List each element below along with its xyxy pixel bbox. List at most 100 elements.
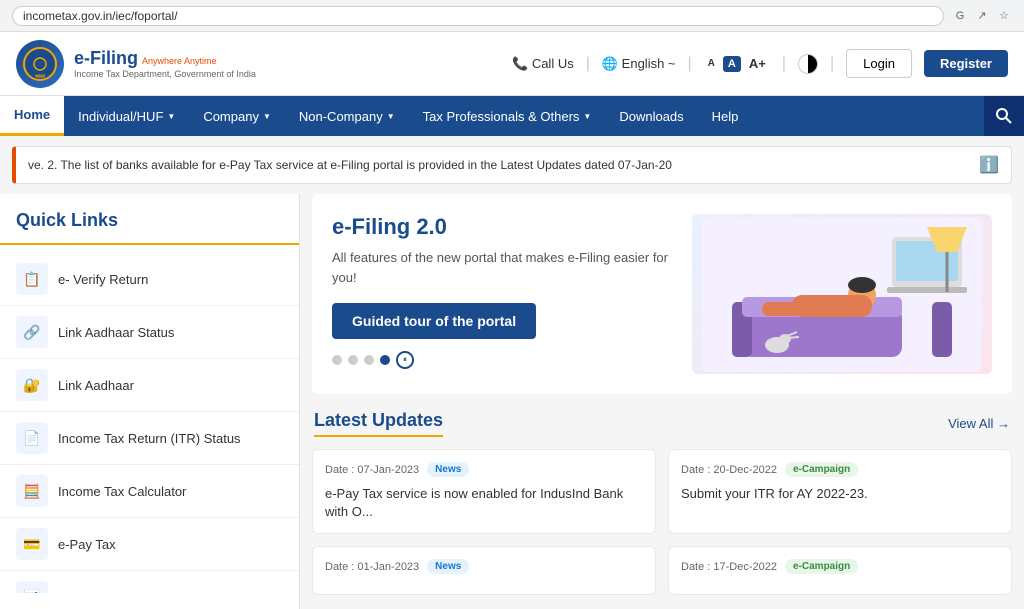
separator-3: | [782,55,786,73]
sidebar-item-itr-status[interactable]: 📄 Income Tax Return (ITR) Status [0,412,299,465]
tax-payment-status-icon: 📊 [16,581,48,593]
register-button[interactable]: Register [924,50,1008,77]
main-nav: HomeIndividual/HUF ▼Company ▼Non-Company… [0,96,1024,136]
star-icon[interactable]: ☆ [996,8,1012,24]
update-card-2-date: Date : 01-Jan-2023 [325,561,419,573]
site-title: e-Filing [74,48,138,69]
update-card-1-badge: e-Campaign [785,462,858,477]
tax-calculator-icon: 🧮 [16,475,48,507]
verify-return-label: e- Verify Return [58,272,148,287]
itr-status-icon: 📄 [16,422,48,454]
update-card-0[interactable]: Date : 07-Jan-2023 News e-Pay Tax service … [312,449,656,534]
update-card-3-badge: e-Campaign [785,559,858,574]
taxpro-chevron-icon: ▼ [583,112,591,121]
alert-icon: ℹ️ [979,155,999,175]
contrast-button[interactable] [798,54,818,74]
font-controls: A A A+ [704,54,770,73]
browser-bar: incometax.gov.in/iec/foportal/ G ↗ ☆ [0,0,1024,32]
nav-item-taxpro[interactable]: Tax Professionals & Others ▼ [409,96,606,136]
browser-url[interactable]: incometax.gov.in/iec/foportal/ [12,6,944,26]
tour-button[interactable]: Guided tour of the portal [332,303,536,339]
nav-item-individual[interactable]: Individual/HUF ▼ [64,96,189,136]
tax-payment-status-label: Know Tax Payment Status [58,590,210,594]
carousel-dot-2[interactable] [348,355,358,365]
call-us-button[interactable]: 📞 Call Us [512,56,574,72]
update-card-1-text: Submit your ITR for AY 2022-23. [681,485,999,503]
update-card-3-date: Date : 17-Dec-2022 [681,561,777,573]
sidebar-item-tax-payment-status[interactable]: 📊 Know Tax Payment Status [0,571,299,593]
nav-item-noncompany[interactable]: Non-Company ▼ [285,96,409,136]
nav-item-company[interactable]: Company ▼ [189,96,285,136]
nav-item-help[interactable]: Help [698,96,753,136]
sidebar-item-tax-calculator[interactable]: 🧮 Income Tax Calculator [0,465,299,518]
efiling-desc: All features of the new portal that make… [332,248,672,287]
share-icon[interactable]: ↗ [974,8,990,24]
itr-status-label: Income Tax Return (ITR) Status [58,431,241,446]
carousel-dot-4[interactable] [380,355,390,365]
google-icon: G [952,8,968,24]
updates-header: Latest Updates View All → [312,410,1012,437]
carousel-pause-button[interactable]: ⏸ [396,351,414,369]
epay-tax-label: e-Pay Tax [58,537,116,552]
login-button[interactable]: Login [846,49,912,78]
update-card-0-badge: News [427,462,469,477]
company-chevron-icon: ▼ [263,112,271,121]
nav-item-downloads[interactable]: Downloads [605,96,697,136]
verify-return-icon: 📋 [16,263,48,295]
separator-4: | [830,55,834,73]
update-card-2-meta: Date : 01-Jan-2023 News [325,559,643,574]
site-header: भारत e-Filing Anywhere Anytime Income Ta… [0,32,1024,96]
main-content: Quick Links 📋e- Verify Return🔗Link Aadha… [0,194,1024,609]
update-card-2-badge: News [427,559,469,574]
font-large-button[interactable]: A+ [745,54,770,73]
browser-icons: G ↗ ☆ [952,8,1012,24]
svg-text:भारत: भारत [35,74,46,80]
dept-name: Income Tax Department, Government of Ind… [74,69,256,79]
latest-updates-section: Latest Updates View All → Date : 07-Jan-… [312,410,1012,595]
content-area: e-Filing 2.0 All features of the new por… [300,194,1024,609]
efiling-title: e-Filing 2.0 [332,214,672,240]
link-aadhaar-label: Link Aadhaar [58,378,134,393]
sidebar-item-link-aadhaar-status[interactable]: 🔗Link Aadhaar Status [0,306,299,359]
nav-items: HomeIndividual/HUF ▼Company ▼Non-Company… [0,96,984,136]
font-small-button[interactable]: A [704,56,719,71]
efiling-text: e-Filing 2.0 All features of the new por… [332,214,672,374]
alert-text: ve. 2. The list of banks available for e… [28,158,971,172]
update-card-0-text: e-Pay Tax service is now enabled for Ind… [325,485,643,521]
sidebar-item-link-aadhaar[interactable]: 🔐 Link Aadhaar [0,359,299,412]
view-all-link[interactable]: View All → [948,416,1010,431]
sidebar-title: Quick Links [0,210,299,245]
update-card-2[interactable]: Date : 01-Jan-2023 News [312,546,656,595]
sidebar-links: 📋 e- Verify Return 🔗Link Aadhaar Status 🔐 Li… [0,253,299,593]
separator-2: | [688,55,692,73]
header-right: 📞 Call Us | 🌐 English ~ | A A A+ | | Log… [512,49,1008,78]
epay-tax-icon: 💳 [16,528,48,560]
language-selector[interactable]: 🌐 English ~ [602,56,676,72]
link-aadhaar-status-icon: 🔗 [16,316,48,348]
tax-calculator-label: Income Tax Calculator [58,484,186,499]
carousel-dot-1[interactable] [332,355,342,365]
sidebar-item-verify-return[interactable]: 📋 e- Verify Return [0,253,299,306]
updates-title: Latest Updates [314,410,443,437]
govt-logo: भारत [16,40,64,88]
update-card-0-meta: Date : 07-Jan-2023 News [325,462,643,477]
update-card-1-meta: Date : 20-Dec-2022 e-Campaign [681,462,999,477]
search-button[interactable] [984,96,1024,136]
update-card-0-date: Date : 07-Jan-2023 [325,464,419,476]
update-card-3[interactable]: Date : 17-Dec-2022 e-Campaign [668,546,1012,595]
update-card-1[interactable]: Date : 20-Dec-2022 e-Campaign Submit your … [668,449,1012,534]
sidebar: Quick Links 📋e- Verify Return🔗Link Aadha… [0,194,300,609]
link-aadhaar-icon: 🔐 [16,369,48,401]
nav-item-home[interactable]: Home [0,96,64,136]
updates-grid: Date : 07-Jan-2023 News e-Pay Tax service … [312,449,1012,595]
site-tagline: Anywhere Anytime [142,56,217,66]
carousel-dots: ⏸ [332,351,672,369]
sidebar-item-epay-tax[interactable]: 💳 e-Pay Tax [0,518,299,571]
efiling-illustration [692,214,992,374]
font-normal-button[interactable]: A [723,56,741,72]
logo-section: भारत e-Filing Anywhere Anytime Income Ta… [16,40,256,88]
update-card-3-meta: Date : 17-Dec-2022 e-Campaign [681,559,999,574]
update-card-1-date: Date : 20-Dec-2022 [681,464,777,476]
separator-1: | [586,55,590,73]
carousel-dot-3[interactable] [364,355,374,365]
